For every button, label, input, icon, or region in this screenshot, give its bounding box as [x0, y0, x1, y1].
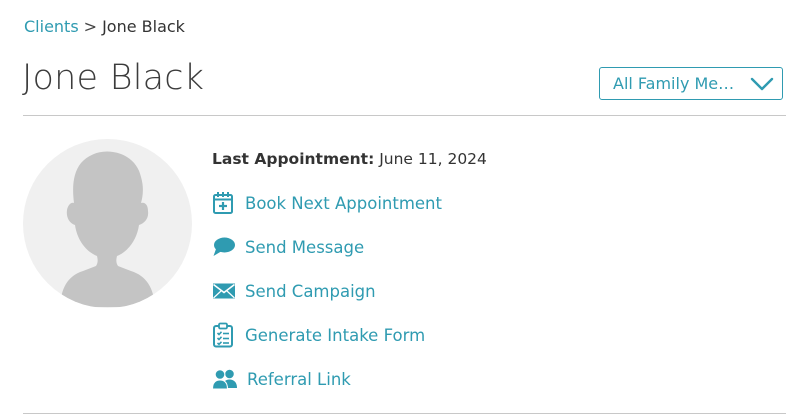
last-appointment: Last Appointment: June 11, 2024: [212, 150, 487, 168]
send-campaign-link[interactable]: Send Campaign: [212, 278, 376, 304]
chat-bubble-icon: [212, 234, 238, 260]
referral-link-link[interactable]: Referral Link: [212, 366, 351, 392]
users-icon: [212, 366, 240, 392]
book-next-appointment-label: Book Next Appointment: [245, 193, 442, 213]
envelope-icon: [212, 278, 238, 304]
send-message-link[interactable]: Send Message: [212, 234, 364, 260]
book-next-appointment-link[interactable]: Book Next Appointment: [212, 190, 442, 216]
avatar: [23, 139, 192, 308]
breadcrumb-link-clients[interactable]: Clients: [24, 17, 79, 36]
family-member-select-value: All Family Me…: [613, 74, 735, 93]
family-member-select[interactable]: All Family Me…: [599, 67, 783, 100]
breadcrumb: Clients > Jone Black: [24, 17, 185, 36]
send-message-label: Send Message: [245, 237, 365, 257]
header-divider: [23, 115, 786, 116]
calendar-plus-icon: [212, 190, 238, 216]
footer-divider: [23, 413, 786, 414]
last-appointment-value: June 11, 2024: [379, 150, 487, 168]
breadcrumb-current: Jone Black: [102, 17, 185, 36]
breadcrumb-separator: >: [83, 17, 98, 36]
send-campaign-label: Send Campaign: [245, 281, 376, 301]
generate-intake-form-link[interactable]: Generate Intake Form: [212, 322, 425, 348]
generate-intake-form-label: Generate Intake Form: [245, 325, 426, 345]
person-silhouette-icon: [60, 151, 155, 307]
chevron-down-icon: [750, 77, 774, 91]
clipboard-checklist-icon: [212, 322, 238, 348]
referral-link-label: Referral Link: [247, 369, 351, 389]
last-appointment-label: Last Appointment:: [212, 150, 375, 168]
page-title: Jone Black: [22, 58, 205, 98]
